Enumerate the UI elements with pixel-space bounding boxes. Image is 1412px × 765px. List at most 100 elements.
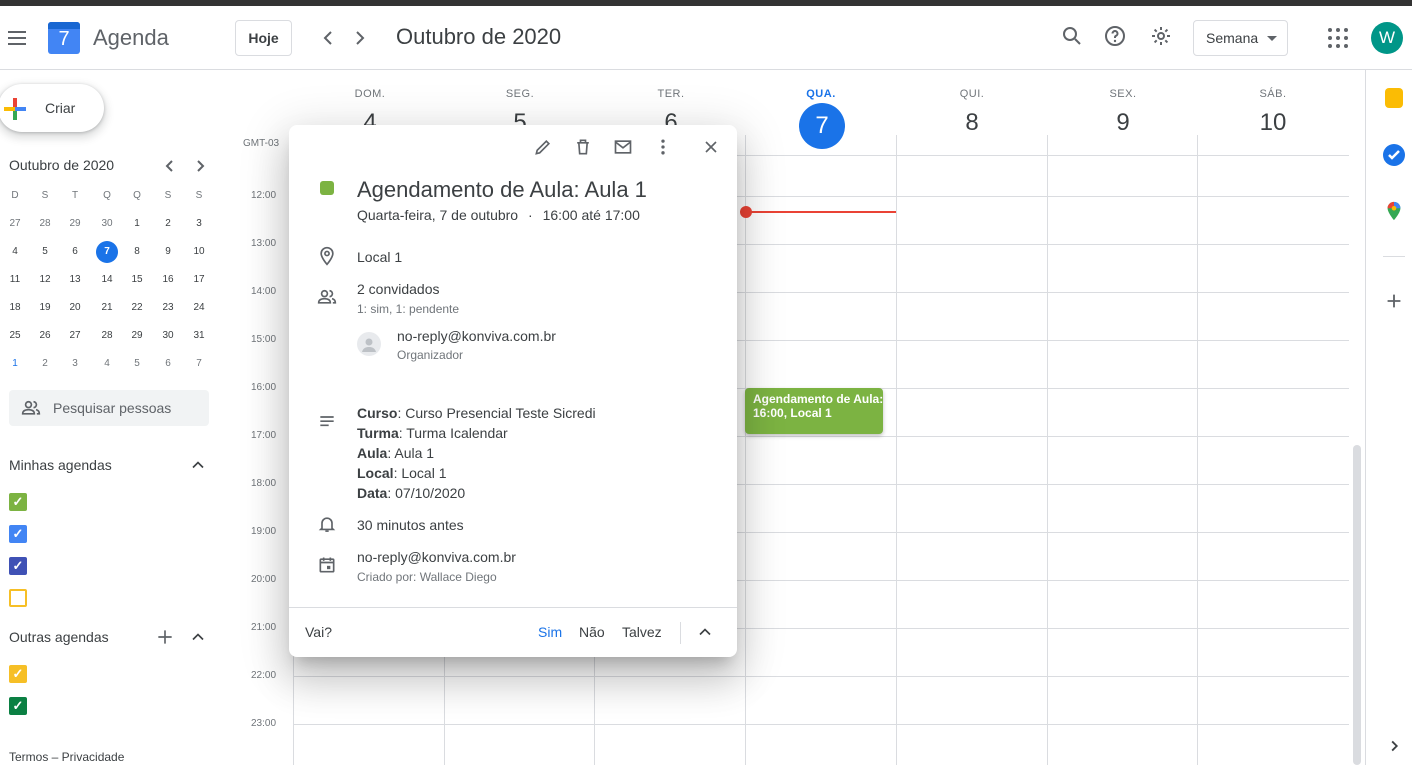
terms-privacy-links[interactable]: Termos – Privacidade bbox=[9, 750, 124, 764]
other-calendar-checkbox[interactable]: ✓ bbox=[9, 665, 27, 683]
mini-day[interactable]: 18 bbox=[4, 297, 26, 319]
other-calendar-checkbox[interactable]: ✓ bbox=[9, 697, 27, 715]
mini-day[interactable]: 24 bbox=[188, 297, 210, 319]
mini-day[interactable]: 1 bbox=[126, 213, 148, 235]
grid-hour-line bbox=[294, 676, 1349, 677]
mini-day[interactable]: 30 bbox=[96, 213, 118, 235]
maps-icon[interactable] bbox=[1383, 200, 1405, 222]
mini-day[interactable]: 3 bbox=[188, 213, 210, 235]
gear-icon bbox=[1152, 27, 1170, 45]
mini-weekday-header: S bbox=[164, 190, 172, 201]
mini-day[interactable]: 1 bbox=[4, 353, 26, 375]
description-icon bbox=[315, 412, 339, 436]
side-panel-divider bbox=[1365, 70, 1366, 765]
mini-day[interactable]: 15 bbox=[126, 269, 148, 291]
mini-prev-month[interactable] bbox=[158, 154, 182, 178]
mini-day[interactable]: 26 bbox=[34, 325, 56, 347]
help-button[interactable] bbox=[1101, 24, 1129, 52]
mini-day[interactable]: 29 bbox=[126, 325, 148, 347]
mini-day[interactable]: 9 bbox=[157, 241, 179, 263]
mini-day[interactable]: 28 bbox=[96, 325, 118, 347]
expand-side-panel-button[interactable] bbox=[1383, 735, 1405, 757]
rsvp-maybe-button[interactable]: Talvez bbox=[622, 624, 662, 640]
collapse-other-calendars[interactable] bbox=[188, 627, 208, 647]
mini-day[interactable]: 14 bbox=[96, 269, 118, 291]
next-week-button[interactable] bbox=[348, 26, 372, 50]
delete-event-button[interactable] bbox=[571, 137, 595, 161]
mini-day[interactable]: 2 bbox=[157, 213, 179, 235]
search-people-input[interactable]: Pesquisar pessoas bbox=[9, 390, 209, 426]
mini-day[interactable]: 20 bbox=[64, 297, 86, 319]
google-apps-icon[interactable] bbox=[1328, 28, 1348, 48]
close-popup-button[interactable] bbox=[699, 137, 723, 161]
view-selector[interactable]: Semana bbox=[1193, 20, 1288, 56]
edit-event-button[interactable] bbox=[531, 137, 555, 161]
mini-day[interactable]: 16 bbox=[157, 269, 179, 291]
hour-label: 15:00 bbox=[251, 334, 277, 345]
hour-label: 19:00 bbox=[251, 526, 277, 537]
mini-day[interactable]: 13 bbox=[64, 269, 86, 291]
mini-day[interactable]: 3 bbox=[64, 353, 86, 375]
my-calendar-checkbox[interactable] bbox=[9, 589, 27, 607]
today-date-circle[interactable]: 7 bbox=[799, 103, 845, 149]
mini-day-selected[interactable]: 7 bbox=[96, 241, 118, 263]
keep-icon[interactable] bbox=[1385, 88, 1403, 108]
mail-icon bbox=[614, 140, 632, 154]
chevron-up-icon bbox=[699, 628, 711, 636]
create-button[interactable]: Criar bbox=[0, 84, 104, 132]
today-button[interactable]: Hoje bbox=[235, 20, 292, 56]
description-key: Data bbox=[357, 485, 388, 501]
mini-day[interactable]: 6 bbox=[157, 353, 179, 375]
grid-scrollbar[interactable] bbox=[1353, 445, 1361, 765]
tasks-icon[interactable] bbox=[1383, 144, 1405, 166]
day-number[interactable]: 9 bbox=[1048, 106, 1198, 150]
my-calendar-checkbox[interactable]: ✓ bbox=[9, 557, 27, 575]
mini-day[interactable]: 6 bbox=[64, 241, 86, 263]
get-addons-button[interactable] bbox=[1383, 290, 1405, 312]
mini-day[interactable]: 10 bbox=[188, 241, 210, 263]
mini-day[interactable]: 4 bbox=[4, 241, 26, 263]
search-button[interactable] bbox=[1058, 24, 1086, 52]
mini-day[interactable]: 31 bbox=[188, 325, 210, 347]
mini-day[interactable]: 17 bbox=[188, 269, 210, 291]
mini-day[interactable]: 27 bbox=[64, 325, 86, 347]
rsvp-yes-button[interactable]: Sim bbox=[538, 624, 562, 640]
mini-day[interactable]: 11 bbox=[4, 269, 26, 291]
mini-day[interactable]: 7 bbox=[188, 353, 210, 375]
mini-day[interactable]: 28 bbox=[34, 213, 56, 235]
mini-day[interactable]: 4 bbox=[96, 353, 118, 375]
email-guests-button[interactable] bbox=[611, 137, 635, 161]
mini-day[interactable]: 30 bbox=[157, 325, 179, 347]
mini-day[interactable]: 22 bbox=[126, 297, 148, 319]
mini-day[interactable]: 5 bbox=[34, 241, 56, 263]
mini-day[interactable]: 19 bbox=[34, 297, 56, 319]
mini-next-month[interactable] bbox=[188, 154, 212, 178]
mini-day[interactable]: 25 bbox=[4, 325, 26, 347]
day-number[interactable]: 8 bbox=[897, 106, 1047, 150]
mini-day[interactable]: 2 bbox=[34, 353, 56, 375]
my-calendar-checkbox[interactable]: ✓ bbox=[9, 525, 27, 543]
organizer-email[interactable]: no-reply@konviva.com.br bbox=[397, 328, 556, 344]
rsvp-no-button[interactable]: Não bbox=[579, 624, 605, 640]
mini-day[interactable]: 5 bbox=[126, 353, 148, 375]
rsvp-expand-button[interactable] bbox=[695, 622, 715, 642]
settings-button[interactable] bbox=[1147, 24, 1175, 52]
my-calendar-checkbox[interactable]: ✓ bbox=[9, 493, 27, 511]
more-options-button[interactable] bbox=[651, 137, 675, 161]
collapse-my-calendars[interactable] bbox=[188, 455, 208, 475]
plus-multicolor-icon bbox=[4, 98, 26, 120]
mini-day[interactable]: 8 bbox=[126, 241, 148, 263]
prev-week-button[interactable] bbox=[316, 26, 340, 50]
calendar-event-chip[interactable]: Agendamento de Aula: Aula 1 16:00, Local… bbox=[745, 388, 883, 434]
mini-day[interactable]: 12 bbox=[34, 269, 56, 291]
day-number[interactable]: 10 bbox=[1198, 106, 1348, 150]
mini-day[interactable]: 27 bbox=[4, 213, 26, 235]
account-avatar[interactable]: W bbox=[1371, 22, 1403, 54]
mini-day[interactable]: 29 bbox=[64, 213, 86, 235]
grid-day-column-line bbox=[745, 135, 746, 765]
main-menu-icon[interactable] bbox=[6, 26, 30, 50]
add-other-calendar-button[interactable] bbox=[155, 627, 175, 647]
mini-day[interactable]: 23 bbox=[157, 297, 179, 319]
mini-day[interactable]: 21 bbox=[96, 297, 118, 319]
event-date: Quarta-feira, 7 de outubro bbox=[357, 207, 519, 223]
